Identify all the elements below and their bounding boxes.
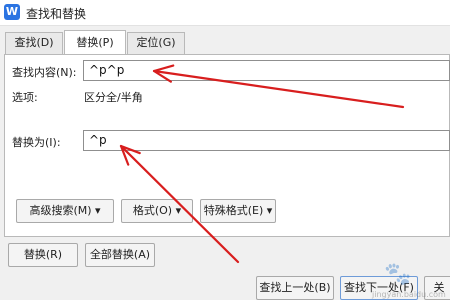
arrow-to-find-field bbox=[152, 69, 405, 109]
annotation-arrows bbox=[119, 64, 405, 264]
arrow-to-replace-field bbox=[119, 144, 240, 264]
watermark-text: jingyan.baidu.com bbox=[372, 290, 446, 299]
paw-watermark-icon: 🐾 bbox=[384, 262, 412, 287]
